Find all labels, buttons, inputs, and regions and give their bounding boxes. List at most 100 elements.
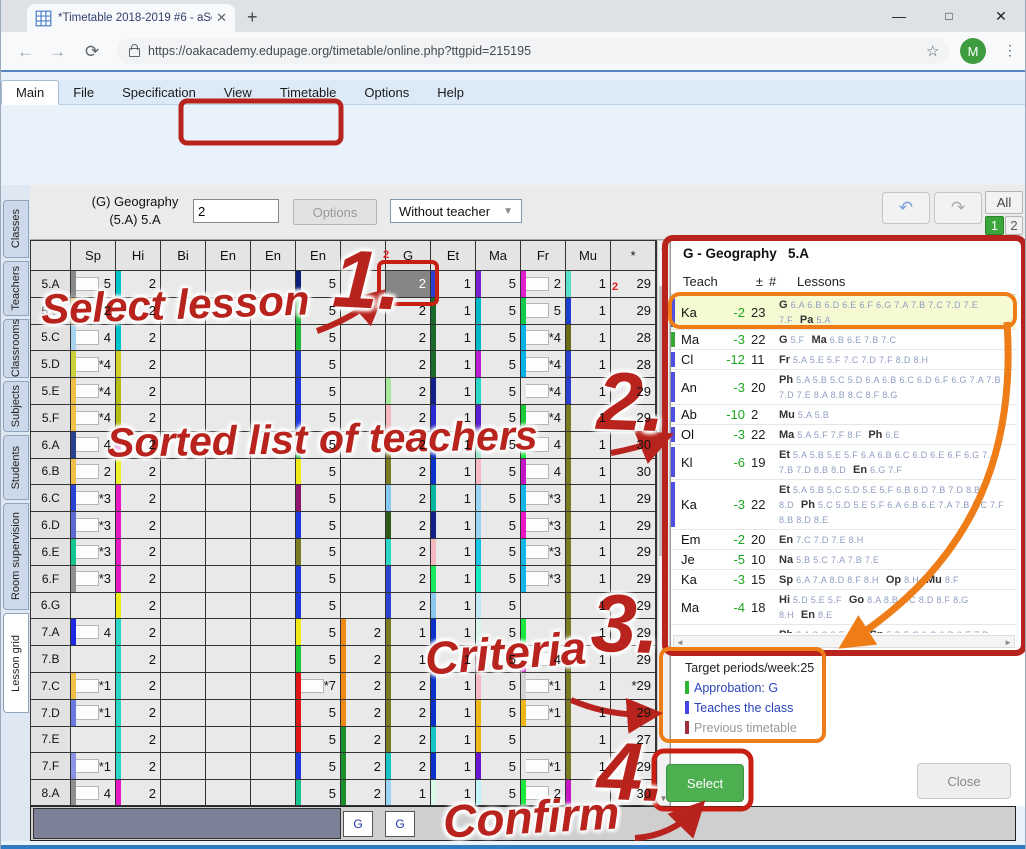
lesson-cell[interactable]: *4 (71, 351, 116, 378)
lesson-cell[interactable]: 1 (431, 753, 476, 780)
lesson-cell[interactable]: 2 (116, 351, 161, 378)
sidebar-tab-lesson-grid[interactable]: Lesson grid (3, 613, 29, 713)
lesson-cell[interactable]: 2 (116, 485, 161, 512)
lesson-cell[interactable]: 1 (566, 351, 611, 378)
url-bar[interactable]: https://oakacademy.edupage.org/timetable… (117, 38, 949, 64)
lesson-cell[interactable]: 5 (476, 539, 521, 566)
grid-vertical-scrollbar[interactable]: ▲ ▼ (657, 240, 670, 806)
lesson-cell[interactable]: 5 (476, 459, 521, 486)
lesson-cell[interactable] (161, 539, 206, 566)
lesson-cell[interactable] (161, 459, 206, 486)
lesson-cell[interactable] (341, 432, 386, 459)
lesson-cell[interactable]: 29 (611, 271, 656, 298)
lesson-cell[interactable] (251, 405, 296, 432)
lesson-cell[interactable] (161, 512, 206, 539)
lesson-cell[interactable]: *3 (521, 539, 566, 566)
teacher-row-ma[interactable]: Ma-322G5.FMa6.B 6.E 7.B 7.C (671, 330, 1016, 350)
window-close-icon[interactable]: ✕ (981, 0, 1021, 32)
lesson-cell[interactable] (341, 485, 386, 512)
lesson-cell[interactable] (341, 378, 386, 405)
lesson-cell[interactable]: 5 (296, 298, 341, 325)
lesson-cell[interactable] (206, 646, 251, 673)
lesson-cell[interactable] (341, 351, 386, 378)
lesson-cell[interactable]: *1 (71, 673, 116, 700)
panel-close-button[interactable]: Close (917, 763, 1011, 799)
lesson-cell[interactable]: 5 (296, 753, 341, 780)
lesson-cell[interactable] (71, 593, 116, 620)
lesson-cell[interactable]: 2 (341, 753, 386, 780)
menu-item-file[interactable]: File (59, 81, 108, 104)
lesson-cell[interactable] (161, 700, 206, 727)
lesson-cell[interactable]: 2 (386, 485, 431, 512)
lesson-cell[interactable] (161, 325, 206, 352)
lesson-cell[interactable] (161, 619, 206, 646)
lesson-cell[interactable]: 4 (71, 325, 116, 352)
week2-button[interactable]: 2 (1005, 216, 1023, 235)
lesson-cell[interactable]: 2 (116, 432, 161, 459)
lesson-cell[interactable] (206, 459, 251, 486)
lesson-cell[interactable]: 30 (611, 780, 656, 806)
options-button[interactable]: Options (293, 199, 377, 225)
scroll-left-icon[interactable]: ◄ (676, 638, 684, 647)
lesson-cell[interactable]: 2 (386, 512, 431, 539)
lesson-cell[interactable]: 1 (566, 485, 611, 512)
lesson-cell[interactable]: 1 (566, 325, 611, 352)
lesson-cell[interactable]: 5 (296, 405, 341, 432)
panel-horizontal-scrollbar[interactable]: ◄ ► (673, 635, 1015, 648)
lesson-cell[interactable]: 2 (386, 727, 431, 754)
lesson-cell[interactable]: 1 (386, 646, 431, 673)
lesson-cell[interactable]: 5 (476, 619, 521, 646)
lesson-cell[interactable]: 2 (386, 351, 431, 378)
lesson-cell[interactable]: 1 (431, 700, 476, 727)
lesson-cell[interactable]: 1 (566, 700, 611, 727)
teacher-row-ka[interactable]: Ka-223G6.A 6.B 6.D 6.E 6.F 6.G 7.A 7.B 7… (671, 295, 1016, 330)
tab-close-icon[interactable]: ✕ (216, 10, 227, 26)
teacher-row-em[interactable]: Em-220En7.C 7.D 7.E 8.H (671, 530, 1016, 550)
menu-item-specification[interactable]: Specification (108, 81, 210, 104)
lesson-cell[interactable] (251, 432, 296, 459)
lesson-cell[interactable]: 2 (386, 700, 431, 727)
lesson-cell[interactable]: 27 (611, 727, 656, 754)
lesson-cell[interactable]: 2 (386, 593, 431, 620)
lesson-cell[interactable]: 28 (611, 325, 656, 352)
lesson-cell[interactable]: *3 (71, 566, 116, 593)
lesson-cell[interactable] (251, 325, 296, 352)
lesson-cell[interactable]: 1 (431, 673, 476, 700)
lesson-cell[interactable]: 5 (476, 271, 521, 298)
lesson-cell[interactable]: 2 (116, 780, 161, 806)
lesson-cell[interactable]: 1 (431, 512, 476, 539)
lesson-cell[interactable]: 1 (431, 432, 476, 459)
lesson-cell[interactable]: 1 (431, 271, 476, 298)
lesson-cell[interactable]: 1 (431, 727, 476, 754)
lesson-cell[interactable] (251, 673, 296, 700)
lesson-cell[interactable]: 29 (611, 619, 656, 646)
forward-icon[interactable]: → (49, 42, 66, 62)
lesson-cell[interactable] (206, 539, 251, 566)
lesson-cell[interactable] (206, 405, 251, 432)
lesson-cell[interactable]: 1 (566, 673, 611, 700)
sidebar-tab-students[interactable]: Students (3, 435, 29, 500)
scrollbar-thumb[interactable] (659, 286, 668, 556)
lesson-cell[interactable]: 1 (566, 753, 611, 780)
lesson-cell[interactable] (161, 298, 206, 325)
lesson-cell[interactable]: *3 (521, 566, 566, 593)
lesson-cell[interactable]: 1 (431, 593, 476, 620)
lesson-cell[interactable]: 5 (476, 378, 521, 405)
teacher-row-al[interactable]: Al-223Ph8.A 8.C 8.F 8.GSp5.B 5.C 6.C 6.D… (671, 625, 1016, 633)
lesson-cell[interactable]: *7 (296, 673, 341, 700)
teacher-row-kl[interactable]: Kl-619Et5.A 5.B 5.E 5.F 6.A 6.B 6.C 6.D … (671, 445, 1016, 480)
lesson-cell[interactable]: 5 (296, 459, 341, 486)
lesson-cell[interactable]: 29 (611, 405, 656, 432)
lesson-cell[interactable]: 29 (611, 485, 656, 512)
lesson-cell[interactable]: 4 (71, 619, 116, 646)
lesson-cell[interactable] (206, 298, 251, 325)
lesson-cell[interactable] (161, 566, 206, 593)
lesson-cell[interactable] (206, 351, 251, 378)
lesson-cell[interactable]: 29 (611, 378, 656, 405)
lesson-cell[interactable] (251, 593, 296, 620)
menu-item-options[interactable]: Options (350, 81, 423, 104)
teacher-row-cl[interactable]: Cl-1211Fr5.A 5.E 5.F 7.C 7.D 7.F 8.D 8.H (671, 350, 1016, 370)
lesson-cell[interactable]: 5 (476, 566, 521, 593)
lesson-cell[interactable]: 2 (116, 459, 161, 486)
lesson-cell[interactable] (251, 271, 296, 298)
